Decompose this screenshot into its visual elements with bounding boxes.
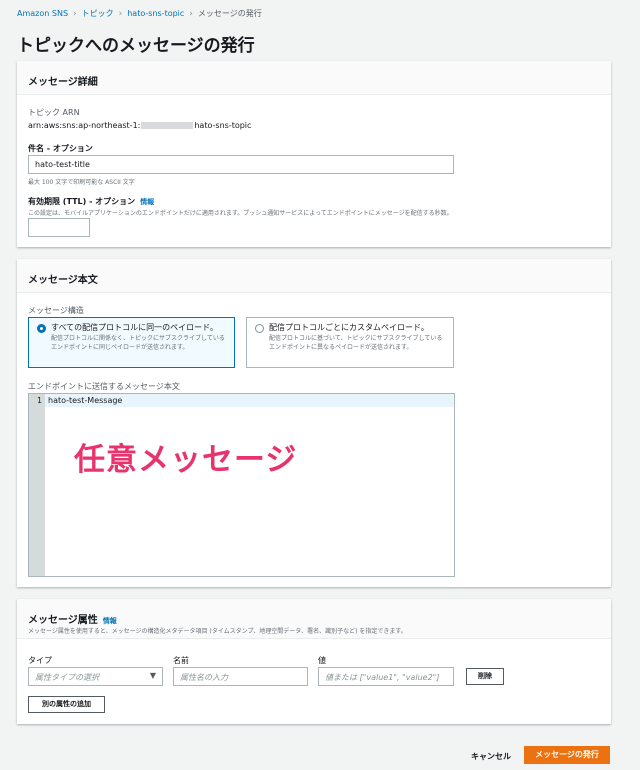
attributes-info-link[interactable]: 情報 xyxy=(103,617,117,625)
subject-hint: 最大 100 文字で印刷可能な ASCII 文字 xyxy=(28,179,135,186)
breadcrumb-link-sns[interactable]: Amazon SNS xyxy=(17,9,68,18)
message-body-editor[interactable]: 1 hato-test-Message xyxy=(28,393,455,577)
type-label: タイプ xyxy=(28,656,52,665)
structure-option-identical-title: すべての配信プロトコルに同一のペイロード。 xyxy=(51,323,218,332)
breadcrumb-link-topic[interactable]: hato-sns-topic xyxy=(127,9,184,18)
subject-input[interactable]: hato-test-title xyxy=(28,155,454,174)
subject-label: 件名 - オプション xyxy=(28,144,93,153)
attribute-type-placeholder: 属性タイプの選択 xyxy=(35,673,99,682)
annotation-overlay: 任意メッセージ xyxy=(74,442,298,478)
structure-option-custom-desc: 配信プロトコルに基づいて、トピックにサブスクライブしているエンドポイントに異なる… xyxy=(269,335,443,351)
structure-option-custom[interactable]: 配信プロトコルごとにカスタムペイロード。 配信プロトコルに基づいて、トピックにサ… xyxy=(246,317,454,368)
editor-gutter xyxy=(29,394,45,576)
radio-unselected-icon[interactable] xyxy=(255,324,264,333)
cancel-button[interactable]: キャンセル xyxy=(471,751,511,762)
page-title: トピックへのメッセージの発行 xyxy=(17,36,255,56)
value-label: 値 xyxy=(318,656,326,665)
message-attributes-header: メッセージ属性 情報 メッセージ属性を使用すると、メッセージの構造化メタデータ項目… xyxy=(17,599,611,639)
message-details-header: メッセージ詳細 xyxy=(17,61,611,95)
attribute-name-input[interactable]: 属性名の入力 xyxy=(173,667,308,686)
message-structure-label: メッセージ構造 xyxy=(28,306,84,315)
attributes-desc: メッセージ属性を使用すると、メッセージの構造化メタデータ項目 (タイムスタンプ、… xyxy=(28,628,407,635)
ttl-label-row: 有効期限 (TTL) - オプション 情報 xyxy=(28,196,154,207)
chevron-right-icon: › xyxy=(189,8,193,19)
attributes-title-row: メッセージ属性 情報 xyxy=(28,611,117,626)
ttl-input[interactable] xyxy=(28,218,90,237)
ttl-info-link[interactable]: 情報 xyxy=(140,198,154,206)
remove-attribute-button[interactable]: 削除 xyxy=(466,668,504,685)
add-attribute-button[interactable]: 別の属性の追加 xyxy=(28,696,105,713)
editor-line-number: 1 xyxy=(37,396,43,405)
editor-label: エンドポイントに送信するメッセージ本文 xyxy=(28,382,180,391)
topic-arn-value: arn:aws:sns:ap-northeast-1: hato-sns-topi… xyxy=(28,121,251,130)
radio-selected-icon[interactable] xyxy=(37,324,46,333)
breadcrumb-link-topics[interactable]: トピック xyxy=(82,8,114,19)
message-details-panel: メッセージ詳細 トピック ARN arn:aws:sns:ap-northeas… xyxy=(17,61,611,247)
account-id-redacted xyxy=(141,122,194,129)
breadcrumb: Amazon SNS › トピック › hato-sns-topic › メッセ… xyxy=(17,8,262,19)
structure-option-identical[interactable]: すべての配信プロトコルに同一のペイロード。 配信プロトコルに関係なく、トピックに… xyxy=(28,317,235,368)
caret-down-icon: ▼ xyxy=(149,671,156,680)
message-body-panel: メッセージ本文 メッセージ構造 すべての配信プロトコルに同一のペイロード。 配信… xyxy=(17,259,611,587)
ttl-hint: この設定は、モバイルアプリケーションのエンドポイントだけに適用されます。プッシュ… xyxy=(28,210,453,217)
editor-line-text[interactable]: hato-test-Message xyxy=(48,396,122,405)
ttl-label: 有効期限 (TTL) - オプション xyxy=(28,197,136,206)
attribute-type-select[interactable]: 属性タイプの選択 ▼ xyxy=(28,667,163,686)
topic-arn-prefix: arn:aws:sns:ap-northeast-1: xyxy=(28,121,141,130)
attribute-value-input[interactable]: 値または ["value1", "value2"] xyxy=(318,667,454,686)
message-body-header: メッセージ本文 xyxy=(17,259,611,293)
structure-option-custom-title: 配信プロトコルごとにカスタムペイロード。 xyxy=(269,323,429,332)
breadcrumb-current: メッセージの発行 xyxy=(197,9,262,18)
topic-arn-label: トピック ARN xyxy=(28,108,80,117)
attributes-title: メッセージ属性 xyxy=(28,615,98,626)
chevron-right-icon: › xyxy=(73,8,77,19)
name-label: 名前 xyxy=(173,656,189,665)
chevron-right-icon: › xyxy=(118,8,123,19)
publish-message-button[interactable]: メッセージの発行 xyxy=(524,746,610,764)
topic-arn-suffix: hato-sns-topic xyxy=(194,121,252,130)
message-attributes-panel: メッセージ属性 情報 メッセージ属性を使用すると、メッセージの構造化メタデータ項目… xyxy=(17,599,611,724)
structure-option-identical-desc: 配信プロトコルに関係なく、トピックにサブスクライブしているエンドポイントに同じペ… xyxy=(51,335,225,351)
